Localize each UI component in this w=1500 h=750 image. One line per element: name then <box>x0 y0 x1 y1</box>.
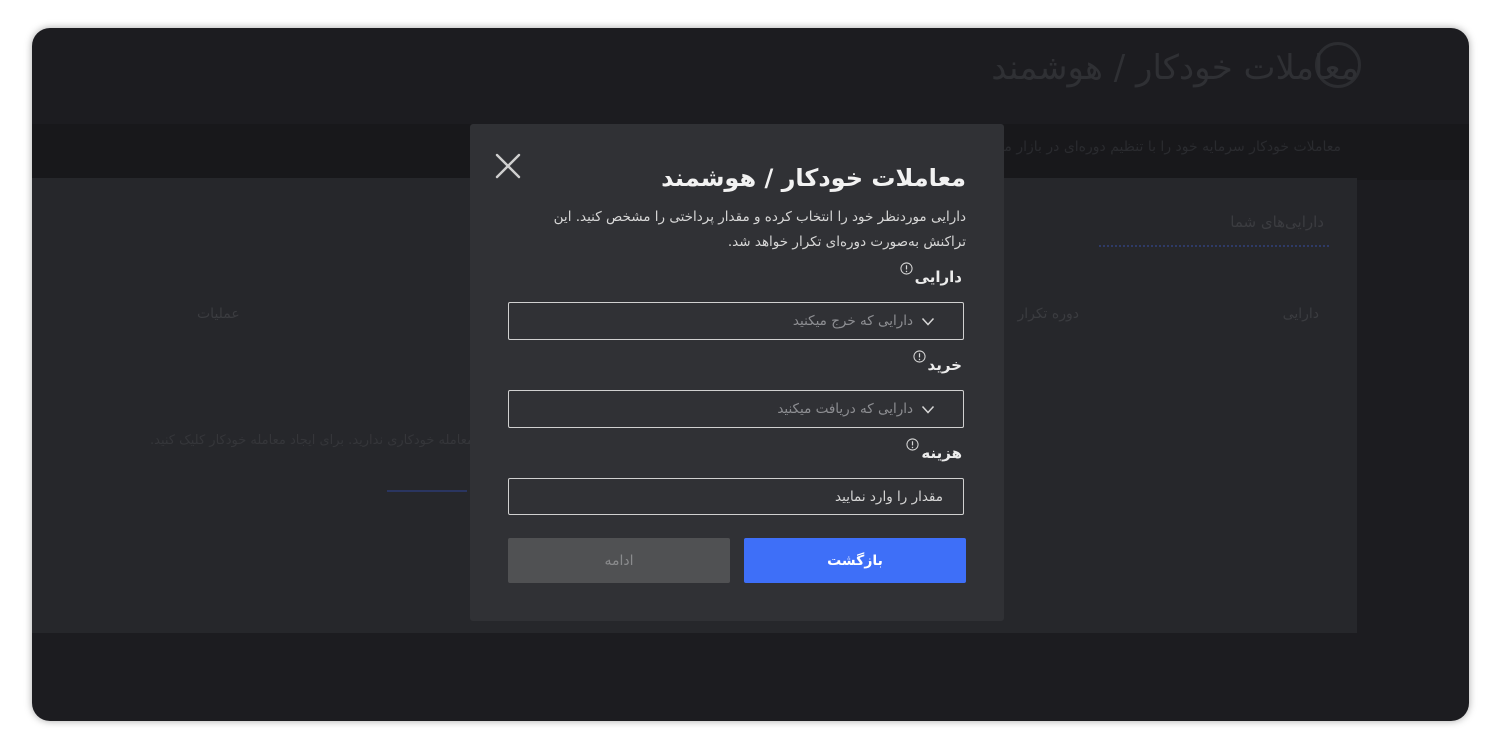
info-icon[interactable] <box>899 262 913 275</box>
modal-description: دارایی موردنظر خود را انتخاب کرده و مقدا… <box>553 209 966 250</box>
create-link[interactable] <box>387 490 467 492</box>
continue-button[interactable]: ادامه <box>508 538 730 583</box>
empty-state-text: شما هیچ معامله خودکاری ندارید. برای ایجا… <box>150 433 524 448</box>
cost-label-text: هزینه <box>921 444 962 462</box>
wallet-label: دارایی‌های شما <box>1230 213 1324 231</box>
chevron-down-icon <box>921 317 935 326</box>
asset-select-placeholder: دارایی که خرج میکنید <box>792 313 913 329</box>
cost-input[interactable]: مقدار را وارد نمایید <box>508 478 964 515</box>
buy-label: خرید <box>912 350 962 374</box>
buy-select-placeholder: دارایی که دریافت میکنید <box>777 401 913 417</box>
info-icon[interactable] <box>912 350 926 363</box>
page-title: معاملات خودکار / هوشمند <box>991 48 1359 88</box>
chevron-down-icon <box>921 405 935 414</box>
table-header-period: دوره تکرار <box>1017 306 1079 322</box>
cost-label: هزینه <box>906 438 962 462</box>
table-header-actions: عملیات <box>197 306 240 322</box>
wallet-link[interactable] <box>1099 240 1329 247</box>
asset-label-text: دارایی <box>914 268 962 286</box>
cost-input-placeholder: مقدار را وارد نمایید <box>835 488 943 505</box>
modal-title: معاملات خودکار / هوشمند <box>661 164 966 192</box>
buy-label-text: خرید <box>927 356 962 374</box>
buy-select[interactable]: دارایی که دریافت میکنید <box>508 390 964 428</box>
auto-trade-modal: معاملات خودکار / هوشمند دارایی موردنظر خ… <box>470 124 1004 621</box>
close-icon[interactable] <box>494 152 522 180</box>
table-header-asset: دارایی <box>1282 306 1319 322</box>
asset-select[interactable]: دارایی که خرج میکنید <box>508 302 964 340</box>
back-button[interactable]: بازگشت <box>744 538 966 583</box>
info-icon[interactable] <box>906 438 919 451</box>
asset-label: دارایی <box>899 262 962 286</box>
